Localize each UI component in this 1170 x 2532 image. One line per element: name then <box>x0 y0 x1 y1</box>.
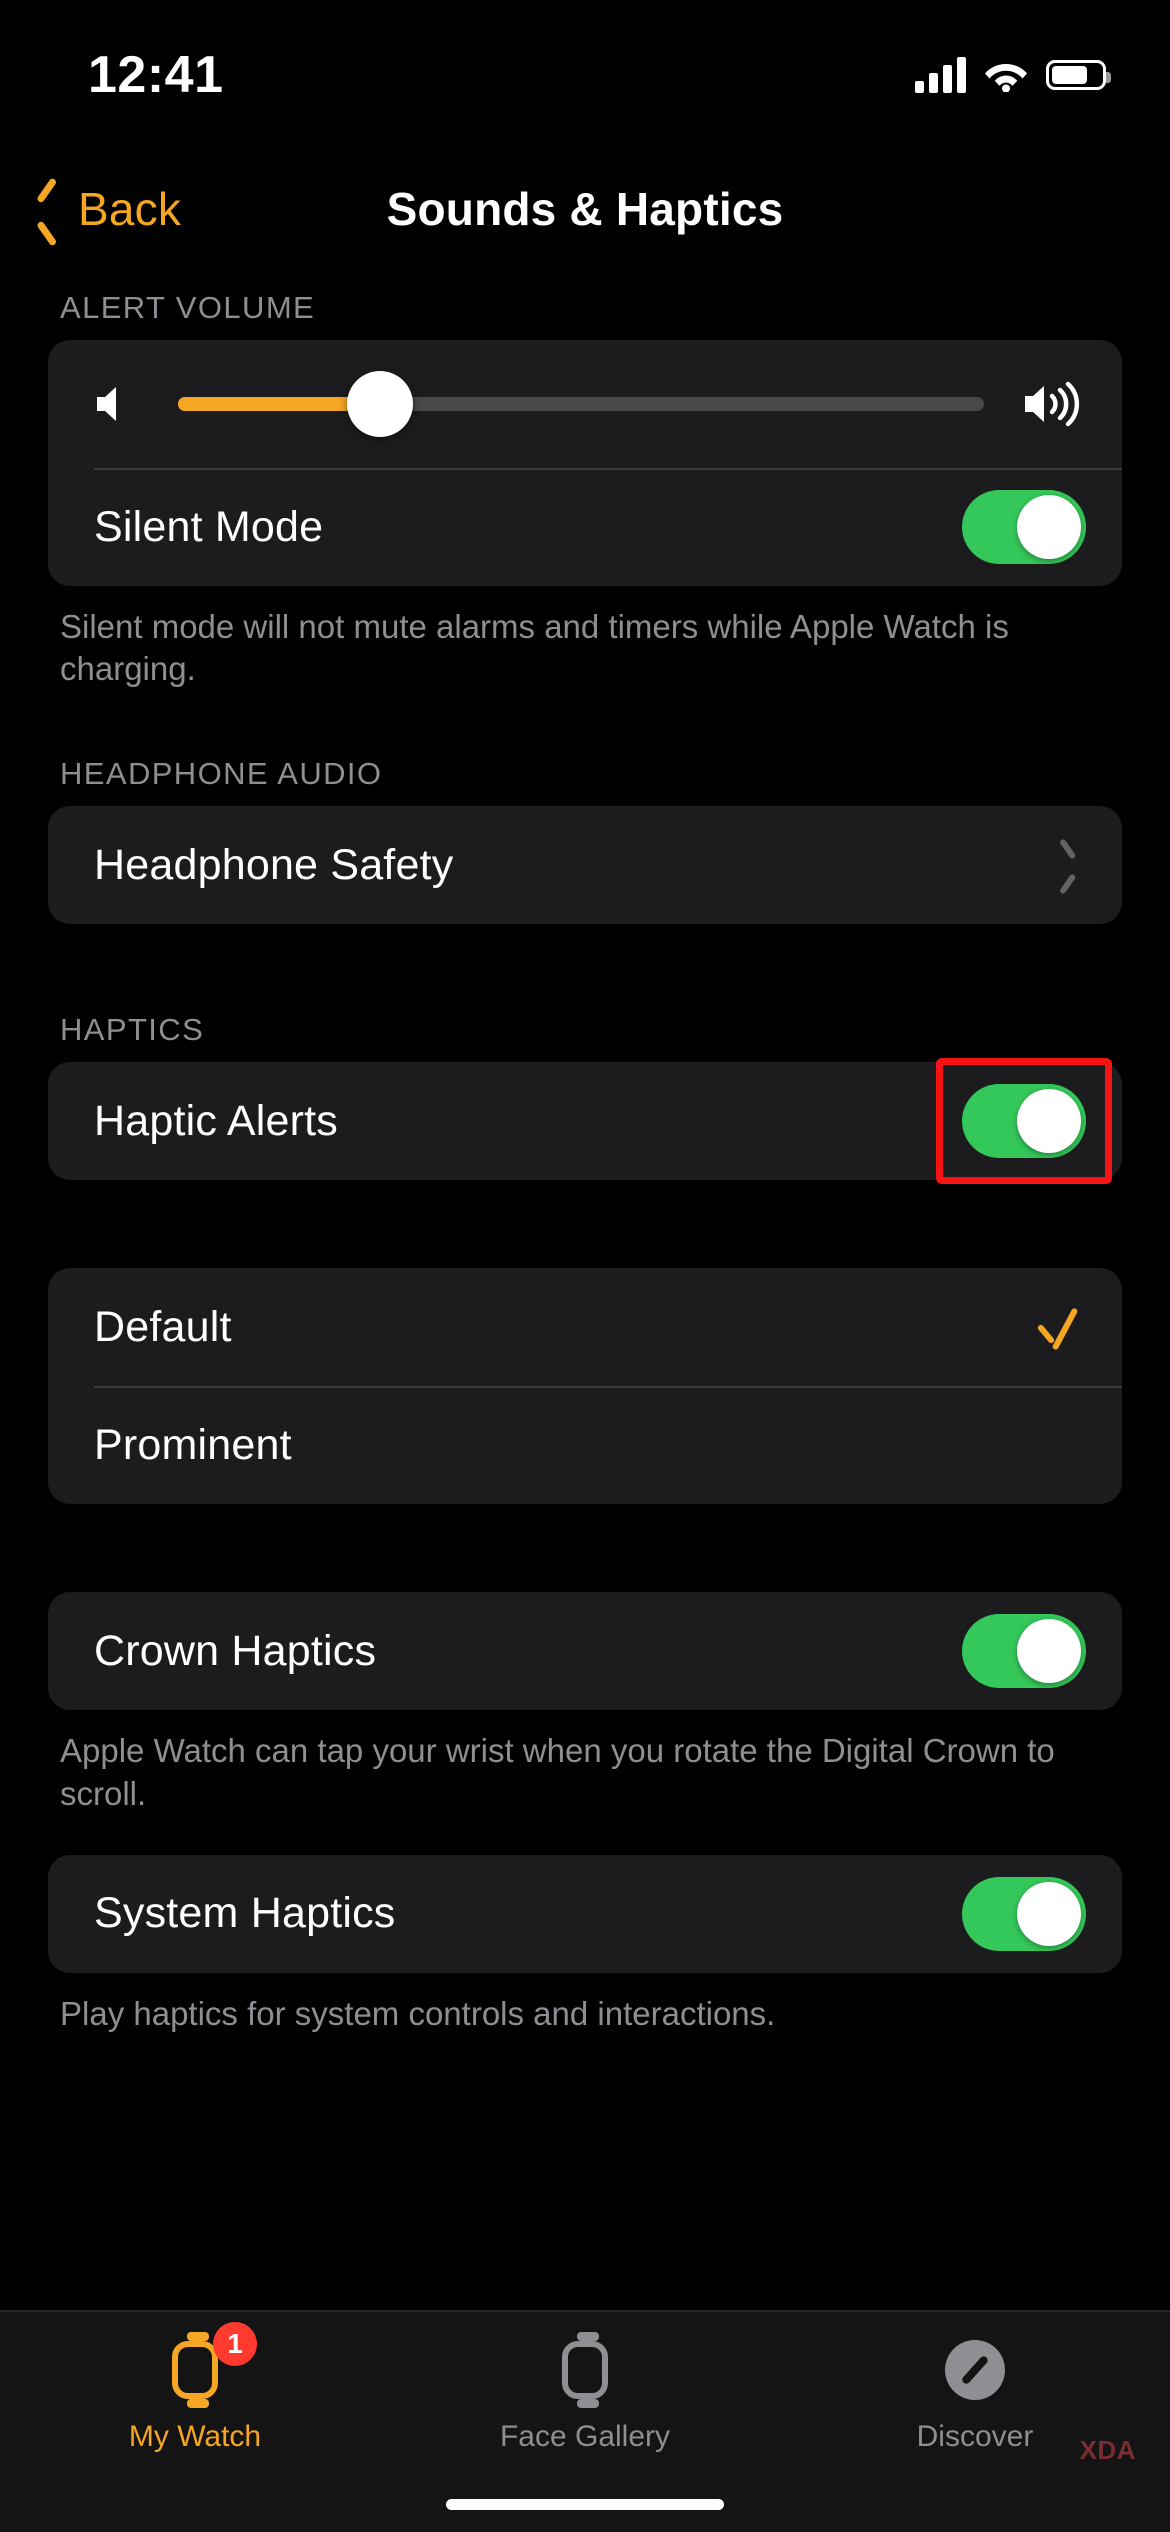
system-haptics-toggle[interactable] <box>962 1876 1086 1951</box>
speaker-high-icon <box>1022 381 1088 427</box>
haptic-option-default-label: Default <box>94 1302 232 1351</box>
section-header-headphone-audio: HEADPHONE AUDIO <box>60 756 383 792</box>
system-haptics-row[interactable]: System Haptics <box>48 1855 1122 1973</box>
crown-haptics-label: Crown Haptics <box>94 1626 377 1675</box>
my-watch-badge: 1 <box>213 2322 257 2366</box>
tab-face-gallery[interactable]: Face Gallery <box>390 2332 780 2454</box>
watch-icon: 1 <box>159 2322 257 2408</box>
crown-haptics-footer: Apple Watch can tap your wrist when you … <box>60 1732 1055 1812</box>
battery-icon <box>1046 60 1111 90</box>
slider-thumb[interactable] <box>346 371 413 437</box>
alert-volume-slider[interactable] <box>178 371 984 437</box>
tab-discover-label: Discover <box>916 2420 1034 2453</box>
haptic-option-prominent-label: Prominent <box>94 1420 292 1469</box>
headphone-safety-label: Headphone Safety <box>94 840 454 889</box>
alert-volume-card: Silent Mode <box>48 340 1122 586</box>
haptic-strength-card: Default Prominent <box>48 1268 1122 1505</box>
headphone-audio-card: Headphone Safety <box>48 806 1122 925</box>
silent-mode-label: Silent Mode <box>94 502 324 551</box>
haptic-option-default[interactable]: Default <box>48 1268 1122 1386</box>
tab-my-watch[interactable]: 1 My Watch <box>0 2322 390 2454</box>
system-haptics-card: System Haptics <box>48 1854 1122 1973</box>
haptic-alerts-card: Haptic Alerts <box>48 1062 1122 1181</box>
status-indicators <box>915 57 1111 93</box>
haptic-alerts-row[interactable]: Haptic Alerts <box>48 1062 1122 1180</box>
crown-haptics-toggle[interactable] <box>962 1614 1086 1689</box>
tab-face-gallery-label: Face Gallery <box>499 2420 671 2453</box>
navigation-bar: Back Sounds & Haptics <box>0 160 1170 270</box>
compass-icon <box>939 2334 1011 2406</box>
tab-my-watch-label: My Watch <box>128 2420 262 2453</box>
silent-mode-toggle[interactable] <box>962 490 1086 564</box>
status-bar: 12:41 <box>0 0 1170 120</box>
wifi-icon <box>984 58 1028 92</box>
system-haptics-label: System Haptics <box>94 1889 396 1938</box>
settings-list[interactable]: ALERT VOLUME Silent Mode Silent mode wil… <box>0 290 1170 2035</box>
xda-watermark: XDA <box>1079 2435 1136 2465</box>
toggle-knob <box>1017 1619 1081 1684</box>
crown-haptics-card: Crown Haptics <box>48 1592 1122 1711</box>
silent-mode-row[interactable]: Silent Mode <box>48 468 1122 586</box>
silent-mode-footer: Silent mode will not mute alarms and tim… <box>60 608 1009 688</box>
crown-haptics-row[interactable]: Crown Haptics <box>48 1592 1122 1710</box>
toggle-knob <box>1017 1089 1081 1154</box>
toggle-knob <box>1017 1881 1081 1946</box>
checkmark-icon <box>1034 1304 1080 1350</box>
iphone-screen: 12:41 Back Sounds & Haptics ALERT VOLUME… <box>0 0 1170 2532</box>
chevron-right-icon <box>1056 846 1078 884</box>
section-header-haptics: HAPTICS <box>60 1012 205 1048</box>
alert-volume-slider-row[interactable] <box>48 340 1122 468</box>
status-time: 12:41 <box>88 46 224 104</box>
cellular-bars-icon <box>915 57 966 93</box>
haptic-option-prominent[interactable]: Prominent <box>48 1386 1122 1504</box>
page-title: Sounds & Haptics <box>386 183 784 235</box>
headphone-safety-row[interactable]: Headphone Safety <box>48 806 1122 924</box>
haptic-alerts-label: Haptic Alerts <box>94 1096 338 1145</box>
system-haptics-footer: Play haptics for system controls and int… <box>60 1994 776 2032</box>
watch-face-icon <box>549 2332 621 2408</box>
home-indicator[interactable] <box>446 2499 724 2510</box>
section-header-alert-volume: ALERT VOLUME <box>60 290 316 325</box>
toggle-knob <box>1017 495 1081 559</box>
speaker-low-icon <box>94 383 140 425</box>
haptic-alerts-toggle[interactable] <box>962 1084 1086 1159</box>
